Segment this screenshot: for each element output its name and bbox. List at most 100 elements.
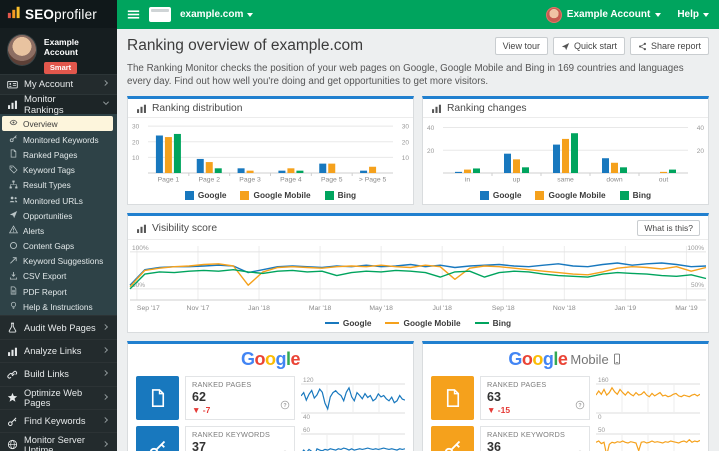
submenu-item-label: Result Types	[23, 180, 71, 191]
account-avatar[interactable]	[7, 34, 37, 66]
submenu-item-keyword-suggestions[interactable]: Keyword Suggestions	[0, 254, 117, 269]
svg-text:Sep '17: Sep '17	[137, 305, 160, 312]
legend-item: Bing	[619, 190, 651, 200]
google-logo: Google	[240, 348, 301, 369]
link-icon	[7, 369, 18, 380]
sidebar-item-optimize-web-pages[interactable]: Optimize Web Pages	[0, 385, 117, 409]
svg-text:Page 4: Page 4	[280, 177, 302, 184]
submenu-item-opportunities[interactable]: Opportunities	[0, 208, 117, 223]
site-selector[interactable]: example.com	[180, 9, 254, 20]
stat-card: RANKED PAGES 62 ▼ -7?	[185, 376, 295, 421]
svg-text:Mar '19: Mar '19	[675, 305, 698, 312]
plan-badge: Smart	[43, 61, 78, 74]
tag-icon	[9, 165, 18, 174]
submenu-item-pdf-report[interactable]: PDF Report	[0, 284, 117, 299]
site-thumbnail[interactable]	[149, 7, 171, 22]
topbar-avatar	[545, 6, 562, 23]
submenu-item-result-types[interactable]: Result Types	[0, 178, 117, 193]
svg-text:Jul '18: Jul '18	[432, 305, 452, 312]
sidebar-item-find-keywords[interactable]: Find Keywords	[0, 409, 117, 432]
stat-sparkline: 160 0	[595, 376, 701, 421]
svg-text:40: 40	[697, 125, 705, 132]
submenu-item-label: Help & Instructions	[23, 301, 93, 312]
panel-title: Ranking distribution	[152, 103, 243, 115]
svg-text:Nov '17: Nov '17	[187, 305, 210, 312]
submenu-item-label: CSV Export	[23, 271, 67, 282]
hamburger-menu-icon[interactable]	[127, 8, 140, 21]
sidebar-item-analyze-links[interactable]: Analyze Links	[0, 338, 117, 362]
submenu-item-label: Monitored Keywords	[23, 134, 99, 145]
chevron-down-icon	[247, 12, 254, 17]
stat-card-row: RANKED KEYWORDS36▲ 2?5010	[431, 426, 701, 451]
quick-start-button[interactable]: Quick start	[552, 37, 625, 55]
app-logo[interactable]: SEOprofiler	[0, 0, 117, 28]
google-mobile-panel: Google Mobile RANKED PAGES 63 ▼ -15? 160 0 RANK…	[422, 341, 709, 451]
share-report-button[interactable]: Share report	[629, 37, 709, 55]
panel-title: Visibility score	[152, 222, 218, 234]
sidebar-item-label: My Account	[24, 79, 74, 90]
bar-chart-icon	[136, 103, 147, 114]
svg-text:Page 5: Page 5	[321, 177, 343, 184]
submenu-item-label: PDF Report	[23, 286, 67, 297]
chevron-right-icon	[102, 323, 110, 331]
question-circle-icon[interactable]: ?	[575, 397, 585, 415]
view-tour-button[interactable]: View tour	[494, 37, 548, 55]
legend-item: Bing	[324, 190, 356, 200]
submenu-item-keyword-tags[interactable]: Keyword Tags	[0, 163, 117, 178]
stat-label: RANKED PAGES	[487, 380, 547, 390]
submenu-item-csv-export[interactable]: CSV Export	[0, 269, 117, 284]
question-circle-icon: ?	[575, 400, 585, 410]
submenu-item-label: Keyword Suggestions	[23, 256, 104, 267]
submenu-item-ranked-pages[interactable]: Ranked Pages	[0, 147, 117, 162]
legend-item: Google	[479, 190, 521, 200]
svg-text:out: out	[659, 177, 669, 184]
submenu-item-overview[interactable]: Overview	[2, 116, 113, 132]
svg-text:Jan '18: Jan '18	[248, 305, 270, 312]
chevron-right-icon	[102, 393, 110, 401]
chart-legend: Google Google Mobile Bing	[423, 189, 708, 204]
svg-text:in: in	[465, 177, 471, 184]
what-is-this-button[interactable]: What is this?	[637, 220, 700, 237]
svg-text:40: 40	[303, 414, 311, 420]
sidebar-item-label: Build Links	[24, 369, 69, 380]
submenu-item-content-gaps[interactable]: Content Gaps	[0, 239, 117, 254]
topbar-account-menu[interactable]: Example Account	[545, 6, 662, 23]
paper-plane-icon	[9, 210, 18, 219]
sidebar-item-label: Audit Web Pages	[24, 322, 96, 333]
svg-text:50: 50	[598, 427, 606, 434]
sidebar-item-label: Find Keywords	[24, 416, 86, 427]
svg-text:10: 10	[402, 155, 410, 162]
svg-text:Nov '18: Nov '18	[553, 305, 576, 312]
eye-icon	[9, 118, 18, 127]
legend-item: Google	[184, 190, 226, 200]
help-label: Help	[677, 9, 699, 20]
legend-item: Google Mobile	[385, 318, 461, 328]
submenu-item-monitored-keywords[interactable]: Monitored Keywords	[0, 132, 117, 147]
bar-chart-icon	[136, 103, 147, 114]
sidebar-item-build-links[interactable]: Build Links	[0, 362, 117, 385]
star-icon	[7, 392, 18, 403]
sidebar-item-label: Analyze Links	[24, 346, 82, 357]
monitor-rankings-submenu: Overview Monitored Keywords Ranked Pages Ke…	[0, 114, 117, 316]
submenu-item-help-instructions[interactable]: Help & Instructions	[0, 299, 117, 314]
sidebar-item-my-account[interactable]: My Account	[0, 74, 117, 94]
svg-text:up: up	[513, 177, 521, 184]
legend-item: Bing	[474, 318, 511, 328]
help-menu[interactable]: Help	[677, 9, 709, 20]
svg-text:Jan '19: Jan '19	[615, 305, 637, 312]
question-circle-icon[interactable]: ?	[575, 447, 585, 451]
sidebar-account: Example Account Smart	[0, 28, 117, 74]
legend-item: Google	[324, 318, 371, 328]
svg-text:60: 60	[303, 427, 311, 434]
sidebar-item-monitor-server-uptime[interactable]: Monitor Server Uptime	[0, 432, 117, 451]
svg-text:Sep '18: Sep '18	[492, 305, 515, 312]
sidebar-item-monitor-rankings[interactable]: Monitor Rankings	[0, 94, 117, 116]
key-icon	[9, 134, 18, 143]
question-circle-icon[interactable]: ?	[280, 447, 290, 451]
sidebar-item-audit-web-pages[interactable]: Audit Web Pages	[0, 315, 117, 338]
svg-text:20: 20	[132, 140, 140, 147]
file-icon	[148, 388, 168, 408]
submenu-item-monitored-urls[interactable]: Monitored URLs	[0, 193, 117, 208]
question-circle-icon[interactable]: ?	[280, 397, 290, 415]
submenu-item-alerts[interactable]: Alerts	[0, 223, 117, 238]
